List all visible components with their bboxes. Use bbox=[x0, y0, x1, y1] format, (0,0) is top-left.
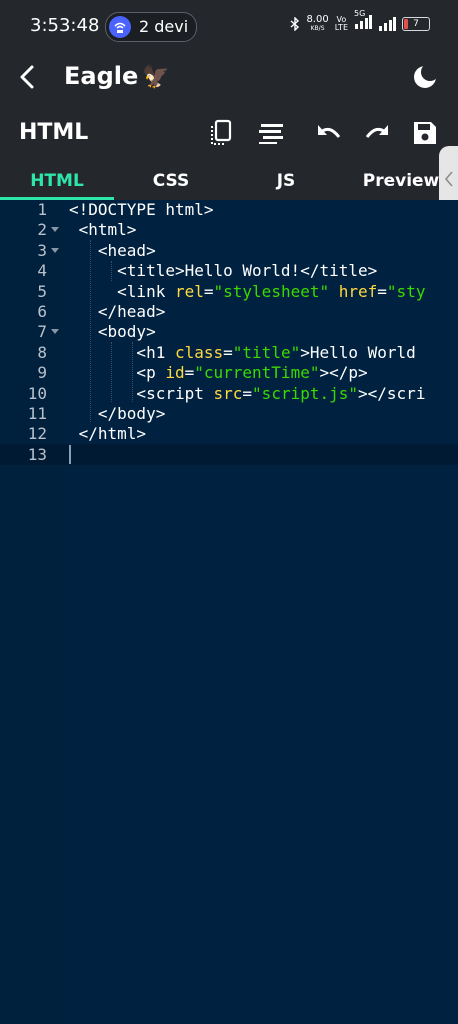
moon-icon[interactable] bbox=[412, 64, 438, 90]
network-badge: 5G bbox=[354, 9, 366, 18]
copy-icon bbox=[211, 119, 232, 145]
line-number: 13 bbox=[27, 444, 47, 464]
volte-bottom: LTE bbox=[334, 22, 348, 32]
fold-arrow-icon[interactable] bbox=[51, 247, 59, 253]
save-icon bbox=[414, 122, 436, 144]
signal-icon-2 bbox=[379, 16, 396, 31]
status-bar: 3:53:48 2 devi 8.00 KB/S Vo LTE 5G 7 bbox=[0, 0, 458, 52]
copy-button[interactable] bbox=[206, 118, 236, 148]
code-text: <body> bbox=[69, 322, 156, 342]
data-speed-unit: KB/S bbox=[310, 25, 325, 32]
save-button[interactable] bbox=[410, 118, 440, 148]
code-text: </html> bbox=[69, 424, 147, 444]
code-text: <!DOCTYPE html> bbox=[69, 200, 214, 219]
chevron-left-icon bbox=[444, 171, 453, 187]
line-number: 10 bbox=[27, 383, 47, 403]
code-line: 12 </html> bbox=[0, 424, 458, 445]
format-button[interactable] bbox=[256, 118, 286, 148]
line-number: 7 bbox=[37, 322, 47, 342]
code-line: 3 <head> bbox=[0, 241, 458, 262]
line-number: 12 bbox=[27, 424, 47, 444]
app-title-text: Eagle bbox=[64, 62, 139, 90]
code-line: 4 <title>Hello World!</title> bbox=[0, 261, 458, 282]
wifi-hotspot-icon bbox=[109, 16, 131, 38]
fold-arrow-icon[interactable] bbox=[51, 227, 59, 233]
line-number: 1 bbox=[37, 200, 47, 219]
redo-icon bbox=[365, 125, 388, 138]
code-line: 2 <html> bbox=[0, 220, 458, 241]
bluetooth-icon bbox=[290, 16, 300, 31]
text-cursor bbox=[69, 445, 71, 464]
tab-js[interactable]: JS bbox=[229, 164, 343, 200]
fold-arrow-icon[interactable] bbox=[51, 329, 59, 335]
code-line: 5 <link rel="stylesheet" href="sty bbox=[0, 282, 458, 303]
volte-indicator: Vo LTE bbox=[334, 15, 348, 32]
line-number: 2 bbox=[37, 220, 47, 240]
status-icons: 8.00 KB/S Vo LTE 5G 7 bbox=[290, 10, 430, 33]
line-number: 11 bbox=[27, 404, 47, 423]
code-text: <head> bbox=[69, 240, 156, 260]
line-number: 6 bbox=[37, 302, 47, 321]
battery-icon: 7 bbox=[402, 16, 430, 31]
code-editor[interactable]: 1 <!DOCTYPE html> 2 <html> 3 <head> 4 <t… bbox=[0, 200, 458, 1024]
code-text: <html> bbox=[69, 220, 137, 240]
line-number: 5 bbox=[37, 281, 47, 301]
editor-toolbar: HTML bbox=[0, 104, 458, 164]
app-title: Eagle 🦅 bbox=[64, 62, 170, 90]
tab-html[interactable]: HTML bbox=[0, 164, 114, 200]
code-text: <script src="script.js"></scri bbox=[69, 383, 426, 403]
line-number: 8 bbox=[37, 342, 47, 362]
undo-icon bbox=[318, 125, 341, 138]
code-text: <h1 class="title">Hello World bbox=[69, 342, 416, 362]
line-number: 4 bbox=[37, 261, 47, 281]
code-line: 9 <p id="currentTime"></p> bbox=[0, 363, 458, 384]
hotspot-text: 2 devi bbox=[139, 17, 189, 36]
tab-css[interactable]: CSS bbox=[114, 164, 228, 200]
code-text: </head> bbox=[69, 302, 166, 321]
line-number: 9 bbox=[37, 363, 47, 383]
tab-bar: HTML CSS JS Preview bbox=[0, 164, 458, 200]
data-speed: 8.00 KB/S bbox=[306, 14, 329, 33]
code-text: <title>Hello World!</title> bbox=[69, 261, 378, 281]
code-line: 8 <h1 class="title">Hello World bbox=[0, 343, 458, 364]
code-line: 6 </head> bbox=[0, 302, 458, 323]
code-text: <link rel="stylesheet" href="sty bbox=[69, 281, 426, 301]
code-text: <p id="currentTime"></p> bbox=[69, 363, 368, 383]
status-time: 3:53:48 bbox=[30, 15, 100, 36]
code-text: </body> bbox=[69, 404, 166, 423]
format-icon bbox=[259, 124, 283, 144]
eagle-icon: 🦅 bbox=[142, 65, 170, 90]
code-line: 7 <body> bbox=[0, 322, 458, 343]
data-speed-value: 8.00 bbox=[306, 14, 329, 25]
code-line: 1 <!DOCTYPE html> bbox=[0, 200, 458, 221]
hotspot-pill[interactable]: 2 devi bbox=[105, 12, 197, 42]
back-arrow-icon[interactable] bbox=[14, 62, 44, 92]
undo-button[interactable] bbox=[314, 118, 344, 148]
toolbar-title: HTML bbox=[19, 120, 89, 145]
code-line: 11 </body> bbox=[0, 404, 458, 425]
line-number: 3 bbox=[37, 240, 47, 260]
battery-level: 7 bbox=[413, 18, 419, 29]
app-bar: Eagle 🦅 bbox=[0, 52, 458, 104]
code-line: 10 <script src="script.js"></scri bbox=[0, 384, 458, 405]
signal-5g: 5G bbox=[354, 10, 372, 33]
redo-button[interactable] bbox=[362, 118, 392, 148]
